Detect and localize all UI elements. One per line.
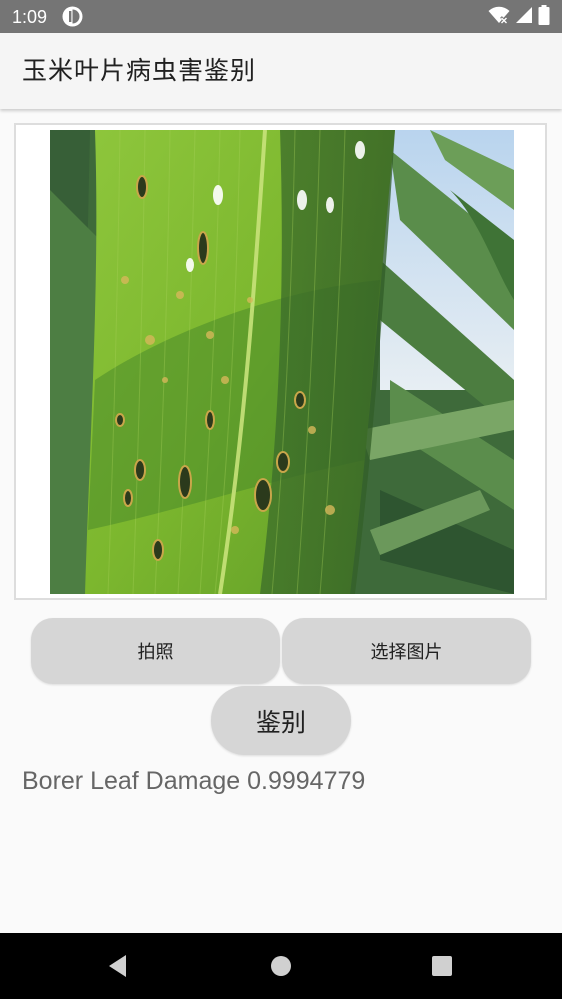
recents-icon[interactable]: [427, 951, 457, 981]
back-icon[interactable]: [103, 951, 133, 981]
app-notification-icon: [62, 6, 83, 27]
identify-button[interactable]: 鉴别: [211, 686, 351, 755]
result-text: Borer Leaf Damage 0.9994779: [22, 767, 366, 795]
status-time: 1:09: [12, 7, 48, 27]
signal-icon: [515, 6, 533, 28]
app-title: 玉米叶片病虫害鉴别: [22, 56, 257, 85]
corn-leaf-photo: [50, 130, 514, 594]
take-photo-button[interactable]: 拍照: [31, 618, 280, 684]
image-card: [14, 123, 547, 600]
choose-image-button[interactable]: 选择图片: [282, 618, 531, 684]
battery-icon: [538, 5, 550, 29]
home-icon[interactable]: [266, 951, 296, 981]
status-bar: 1:09: [0, 0, 562, 33]
navigation-bar: [0, 933, 562, 999]
app-bar: 玉米叶片病虫害鉴别: [0, 33, 562, 109]
wifi-icon: [488, 6, 510, 28]
status-icons: [488, 5, 550, 29]
